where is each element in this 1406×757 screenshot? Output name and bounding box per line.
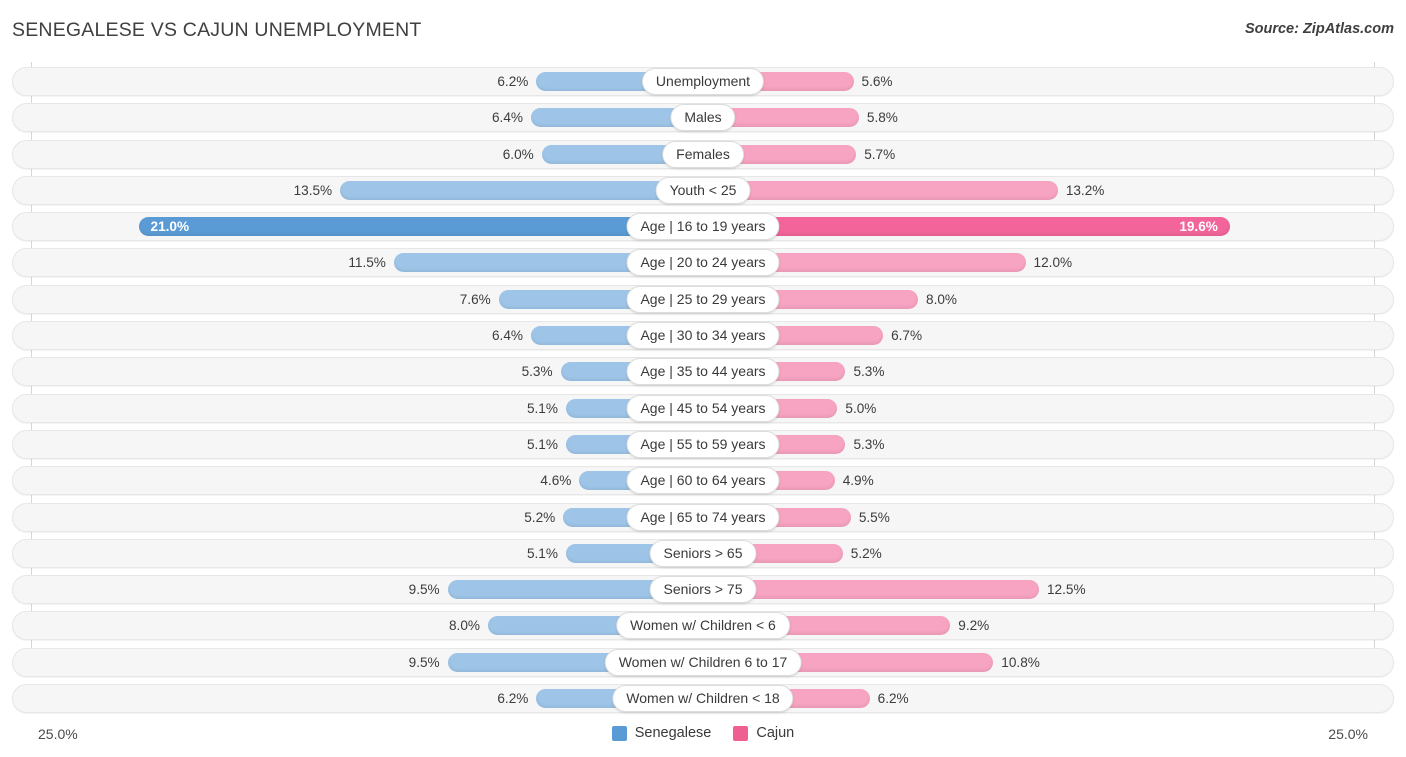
value-senegalese: 8.0% <box>448 618 480 634</box>
row-label-pill[interactable]: Age | 35 to 44 years <box>626 358 780 386</box>
legend-item[interactable]: Senegalese <box>611 725 712 741</box>
row-label-pill[interactable]: Age | 20 to 24 years <box>626 249 780 277</box>
value-senegalese: 6.4% <box>491 328 523 344</box>
value-cajun: 12.5% <box>1047 582 1086 598</box>
bar-cajun <box>703 217 1230 237</box>
row-label-pill[interactable]: Youth < 25 <box>655 176 751 204</box>
row-label-pill[interactable]: Age | 55 to 59 years <box>626 430 780 458</box>
value-cajun: 9.2% <box>958 618 990 634</box>
row-label-pill[interactable]: Males <box>670 104 736 132</box>
chart-row: 5.3% 5.3% Age | 35 to 44 years <box>0 354 1406 390</box>
value-senegalese: 5.2% <box>524 509 556 525</box>
chart-row: 21.0% 19.6% Age | 16 to 19 years <box>0 209 1406 245</box>
chart-row: 4.6% 4.9% Age | 60 to 64 years <box>0 463 1406 499</box>
row-label-pill[interactable]: Women w/ Children 6 to 17 <box>604 648 802 676</box>
bar-senegalese <box>138 217 703 237</box>
value-cajun: 8.0% <box>926 291 958 307</box>
row-label-pill[interactable]: Age | 45 to 54 years <box>626 394 780 422</box>
value-senegalese: 5.1% <box>526 545 558 561</box>
chart-row: 5.2% 5.5% Age | 65 to 74 years <box>0 500 1406 536</box>
value-cajun: 6.2% <box>877 691 909 707</box>
value-cajun: 5.3% <box>853 436 885 452</box>
chart-footer: 25.0% 25.0% Senegalese Cajun <box>0 717 1406 757</box>
chart-row: 11.5% 12.0% Age | 20 to 24 years <box>0 245 1406 281</box>
value-senegalese: 6.2% <box>497 691 529 707</box>
value-cajun: 6.7% <box>891 328 923 344</box>
value-cajun: 5.6% <box>861 74 893 89</box>
value-senegalese: 7.6% <box>459 291 491 307</box>
value-senegalese: 21.0% <box>150 219 190 235</box>
value-senegalese: 13.5% <box>293 182 333 198</box>
value-cajun: 5.8% <box>866 110 898 126</box>
chart-row: 6.2% 6.2% Women w/ Children < 18 <box>0 681 1406 717</box>
bar-senegalese <box>340 180 703 200</box>
value-senegalese: 6.0% <box>502 146 534 162</box>
page-title: SENEGALESE VS CAJUN UNEMPLOYMENT <box>12 19 422 41</box>
chart-row: 9.5% 12.5% Seniors > 75 <box>0 572 1406 608</box>
chart-row: 7.6% 8.0% Age | 25 to 29 years <box>0 282 1406 318</box>
row-label-pill[interactable]: Seniors > 75 <box>649 576 757 604</box>
value-cajun: 5.2% <box>850 545 882 561</box>
source-attribution: Source: ZipAtlas.com <box>1244 21 1394 37</box>
row-label-pill[interactable]: Unemployment <box>641 68 765 95</box>
chart-row: 6.4% 5.8% Males <box>0 100 1406 136</box>
row-label-pill[interactable]: Females <box>662 140 744 168</box>
value-cajun: 12.0% <box>1033 255 1073 271</box>
value-cajun: 13.2% <box>1065 182 1105 198</box>
chart-row: 5.1% 5.3% Age | 55 to 59 years <box>0 427 1406 463</box>
row-label-pill[interactable]: Age | 25 to 29 years <box>626 285 780 313</box>
chart-row: 8.0% 9.2% Women w/ Children < 6 <box>0 608 1406 644</box>
chart-row: 5.1% 5.0% Age | 45 to 54 years <box>0 391 1406 427</box>
legend-label: Cajun <box>756 725 795 741</box>
chart-header: SENEGALESE VS CAJUN UNEMPLOYMENT Source:… <box>0 0 1406 60</box>
value-cajun: 5.7% <box>864 146 896 162</box>
chart-row: 9.5% 10.8% Women w/ Children 6 to 17 <box>0 645 1406 681</box>
value-senegalese: 5.3% <box>521 364 553 380</box>
bar-cajun <box>703 180 1058 200</box>
legend-swatch-icon <box>611 725 627 741</box>
diverging-bar-chart: 6.2% 5.6% Unemployment 6.4% 5.8% Males 6.0% 5.7… <box>0 62 1406 717</box>
chart-row: 6.0% 5.7% Females <box>0 137 1406 173</box>
value-senegalese: 5.1% <box>526 436 558 452</box>
chart-row: 6.4% 6.7% Age | 30 to 34 years <box>0 318 1406 354</box>
value-senegalese: 9.5% <box>408 582 440 598</box>
chart-legend: Senegalese Cajun <box>0 725 1406 741</box>
chart-row: 13.5% 13.2% Youth < 25 <box>0 173 1406 209</box>
value-senegalese: 11.5% <box>348 255 386 271</box>
value-senegalese: 6.2% <box>497 74 529 89</box>
value-senegalese: 9.5% <box>408 654 440 670</box>
value-senegalese: 5.1% <box>526 400 558 416</box>
value-cajun: 5.0% <box>845 400 877 416</box>
value-cajun: 5.3% <box>853 364 885 380</box>
legend-item[interactable]: Cajun <box>733 725 794 741</box>
value-senegalese: 6.4% <box>491 110 523 126</box>
chart-row: 5.1% 5.2% Seniors > 65 <box>0 536 1406 572</box>
row-label-pill[interactable]: Age | 30 to 34 years <box>626 322 780 350</box>
value-cajun: 10.8% <box>1001 654 1040 670</box>
chart-row: 6.2% 5.6% Unemployment <box>0 64 1406 100</box>
value-cajun: 4.9% <box>842 473 874 489</box>
legend-label: Senegalese <box>634 725 712 741</box>
value-senegalese: 4.6% <box>540 473 572 489</box>
row-label-pill[interactable]: Age | 60 to 64 years <box>626 467 780 495</box>
value-cajun: 5.5% <box>858 509 890 525</box>
row-label-pill[interactable]: Age | 65 to 74 years <box>626 503 780 531</box>
chart-rows: 6.2% 5.6% Unemployment 6.4% 5.8% Males 6.0% 5.7… <box>0 64 1406 717</box>
row-label-pill[interactable]: Women w/ Children < 6 <box>616 612 790 640</box>
legend-swatch-icon <box>733 725 749 741</box>
value-cajun: 19.6% <box>1179 219 1218 235</box>
row-label-pill[interactable]: Seniors > 65 <box>649 539 757 567</box>
row-label-pill[interactable]: Women w/ Children < 18 <box>612 685 794 713</box>
row-label-pill[interactable]: Age | 16 to 19 years <box>626 213 780 241</box>
